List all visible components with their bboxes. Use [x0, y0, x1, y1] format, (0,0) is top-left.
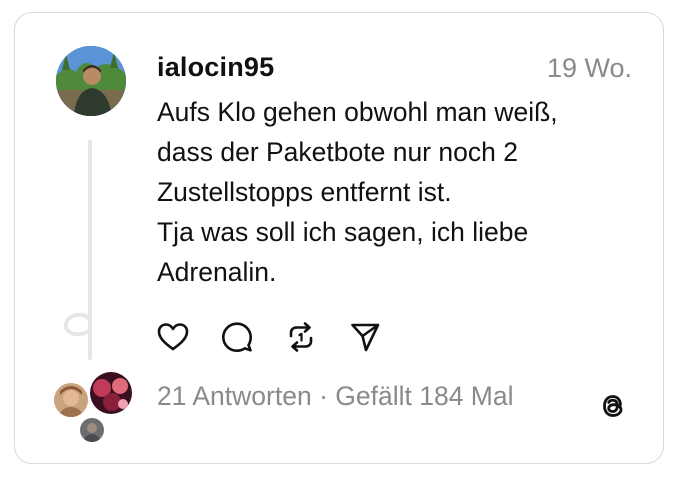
threads-logo-icon[interactable]	[596, 389, 630, 423]
likes-count-link[interactable]: Gefällt 184 Mal	[335, 381, 513, 411]
replies-count-link[interactable]: 21 Antworten	[157, 381, 312, 411]
replier-photo	[54, 383, 88, 417]
post-text-line: Tja was soll ich sagen, ich liebe	[157, 217, 529, 247]
repost-icon	[289, 322, 313, 352]
heart-icon	[157, 323, 189, 351]
post-stats: 21 Antworten · Gefällt 184 Mal	[157, 381, 514, 412]
replier-photo	[80, 418, 104, 442]
replier-photo	[90, 372, 132, 414]
repost-button[interactable]	[282, 318, 320, 356]
post-timestamp[interactable]: 19 Wo.	[547, 53, 632, 84]
post-text: Aufs Klo gehen obwohl man weiß, dass der…	[157, 92, 627, 292]
avatar[interactable]	[56, 46, 126, 116]
thread-loop-icon	[63, 312, 92, 346]
comment-icon	[222, 322, 252, 352]
post-text-line: dass der Paketbote nur noch 2	[157, 137, 518, 167]
post-text-line: Aufs Klo gehen obwohl man weiß,	[157, 97, 558, 127]
stats-separator: ·	[311, 381, 336, 411]
replier-avatar[interactable]	[78, 416, 106, 444]
replier-avatar[interactable]	[52, 381, 90, 419]
send-icon	[351, 323, 380, 352]
post-text-line: Zustellstopps entfernt ist.	[157, 177, 452, 207]
like-button[interactable]	[154, 318, 192, 356]
share-button[interactable]	[346, 318, 384, 356]
replier-avatar[interactable]	[88, 370, 134, 416]
reply-button[interactable]	[218, 318, 256, 356]
post-text-line: Adrenalin.	[157, 257, 277, 287]
avatar-photo	[56, 46, 126, 116]
username-link[interactable]: ialocin95	[157, 52, 274, 83]
